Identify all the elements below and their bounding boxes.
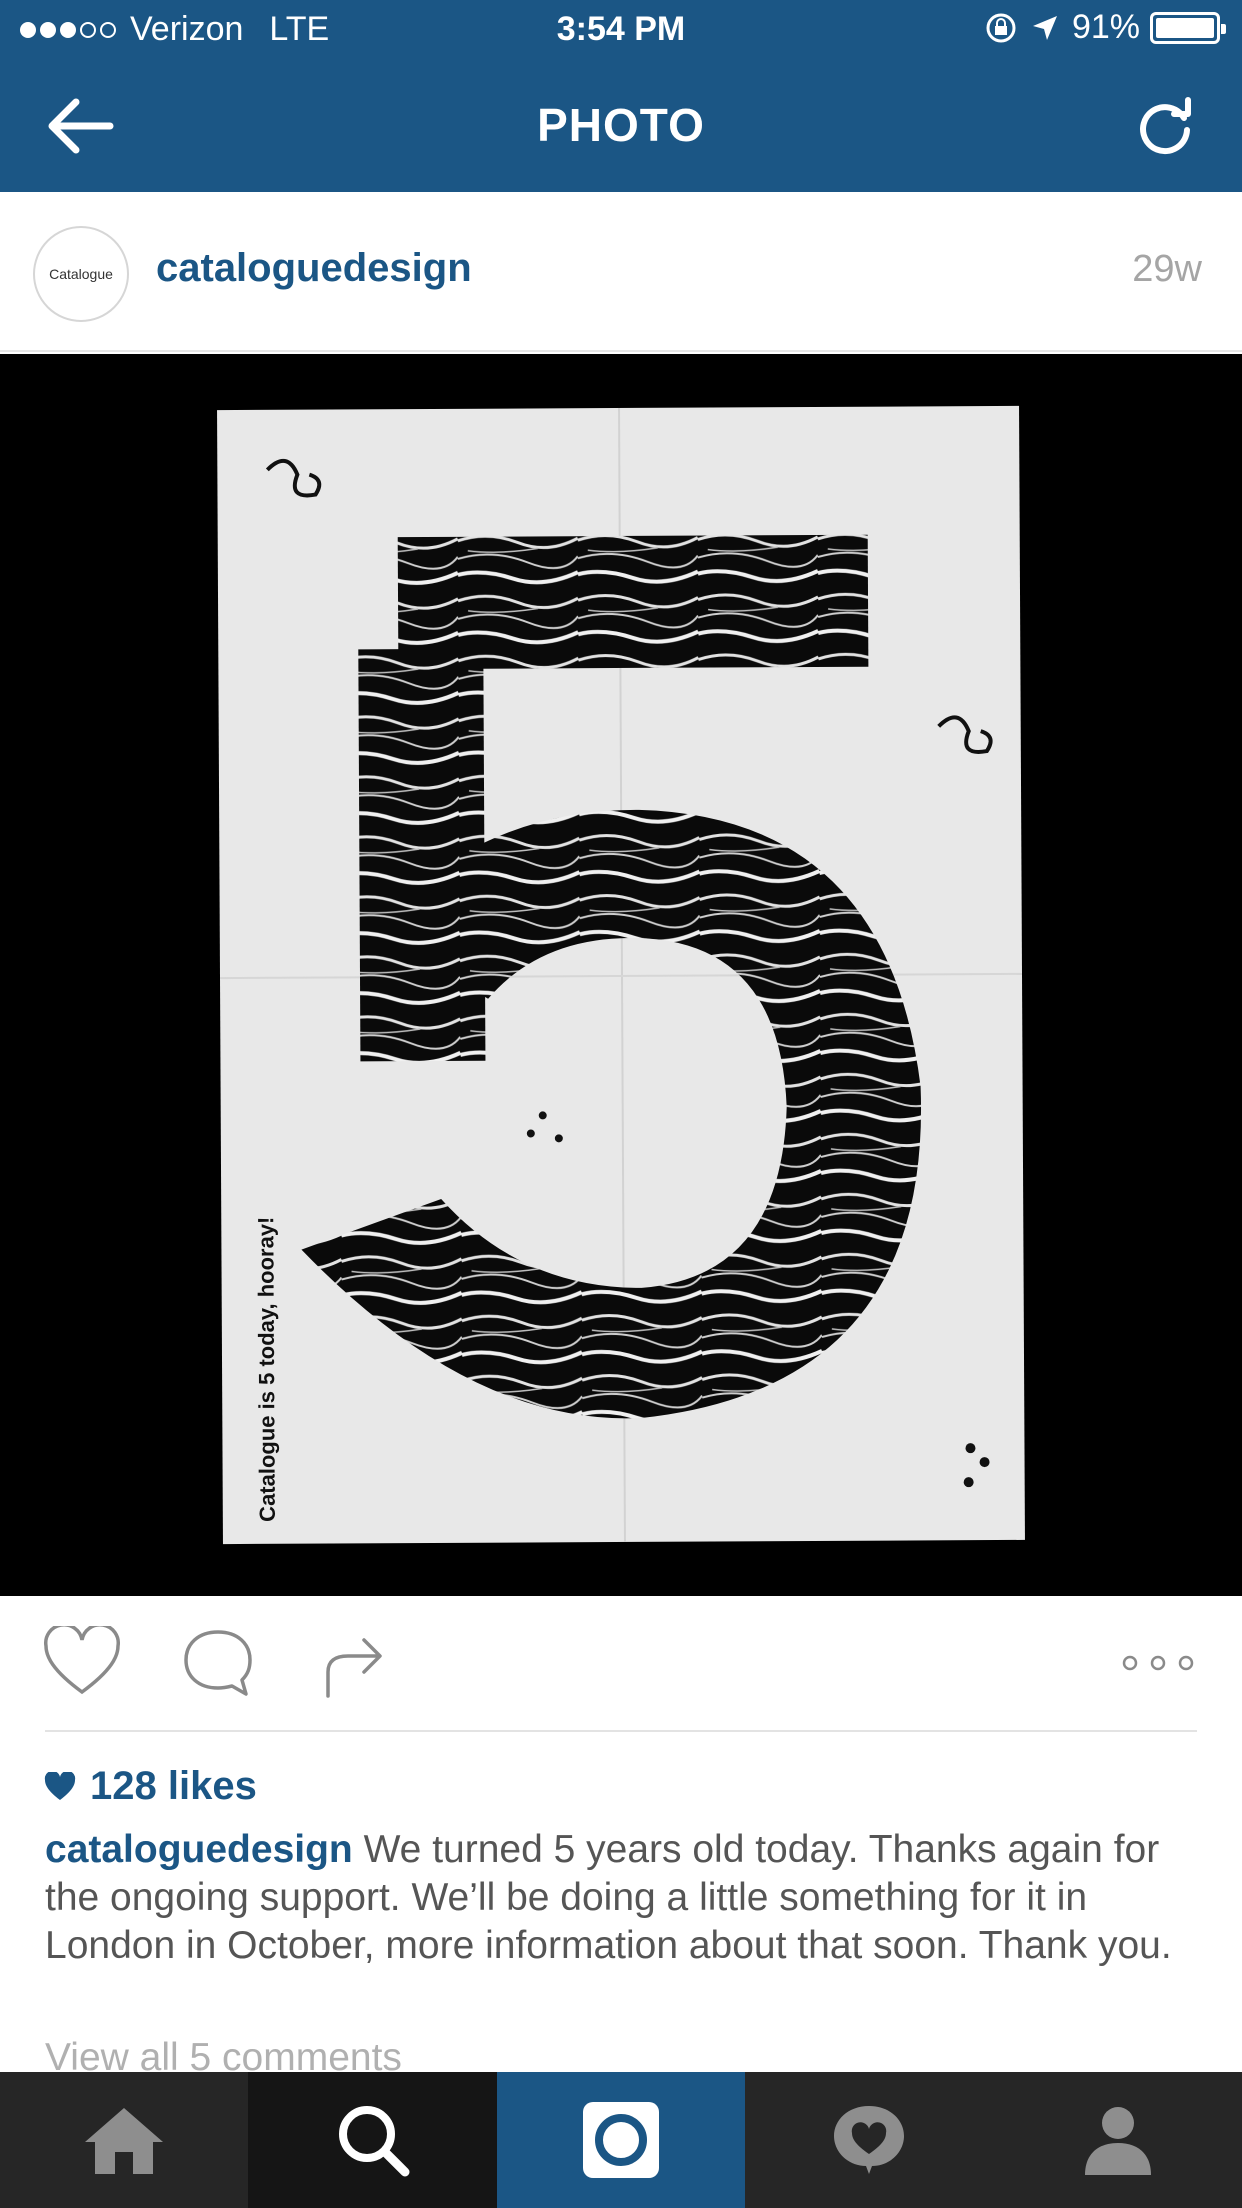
more-options-button[interactable] [1122, 1652, 1194, 1679]
likes-count[interactable]: 128 likes [44, 1764, 257, 1809]
search-icon [338, 2106, 410, 2177]
poster: Catalogue is 5 today, hooray! [217, 405, 1025, 1545]
comment-icon [184, 1630, 252, 1696]
heart-filled-icon [44, 1771, 76, 1800]
post-header: Catalogue cataloguedesign 29w [0, 192, 1242, 352]
refresh-icon [1140, 97, 1191, 155]
top-bar: Verizon LTE 3:54 PM 91% PHOTO [0, 0, 1242, 192]
heart-icon [44, 1623, 120, 1695]
poster-caption: Catalogue is 5 today, hooray! [253, 1216, 280, 1522]
avatar-text: Catalogue [49, 266, 113, 282]
camera-icon [582, 2102, 659, 2178]
location-icon [1032, 15, 1057, 40]
more-icon [1122, 1655, 1194, 1671]
like-button[interactable] [42, 1623, 122, 1703]
avatar[interactable]: Catalogue [33, 226, 129, 322]
rotation-lock-icon [986, 13, 1016, 42]
likes-text: 128 likes [90, 1764, 257, 1808]
status-right: 91% [984, 8, 1226, 47]
caption-username[interactable]: cataloguedesign [45, 1828, 353, 1871]
share-button[interactable] [322, 1626, 386, 1703]
post-caption: cataloguedesign We turned 5 years old to… [45, 1826, 1195, 1970]
battery-percent: 91% [1071, 8, 1140, 46]
tab-profile[interactable] [994, 2072, 1242, 2208]
profile-icon [1084, 2107, 1151, 2175]
tab-activity[interactable] [745, 2072, 993, 2208]
marbled-five-graphic [265, 459, 993, 1488]
page-title: PHOTO [537, 99, 705, 151]
tab-home[interactable] [0, 2072, 248, 2208]
home-icon [85, 2108, 164, 2174]
tab-search[interactable] [248, 2072, 497, 2208]
comment-button[interactable] [180, 1626, 256, 1703]
tab-bar [0, 2072, 1242, 2208]
status-bar: Verizon LTE 3:54 PM 91% [0, 0, 1242, 62]
tab-camera[interactable] [496, 2072, 746, 2208]
battery-icon [1150, 11, 1226, 44]
share-icon [326, 1638, 382, 1698]
activity-icon [834, 2106, 905, 2174]
refresh-button[interactable] [1134, 96, 1196, 158]
post-actions [0, 1596, 1242, 1732]
post-username[interactable]: cataloguedesign [156, 246, 472, 291]
actions-divider [45, 1730, 1197, 1732]
post-age: 29w [1132, 248, 1202, 290]
post-photo[interactable]: Catalogue is 5 today, hooray! [0, 354, 1242, 1596]
